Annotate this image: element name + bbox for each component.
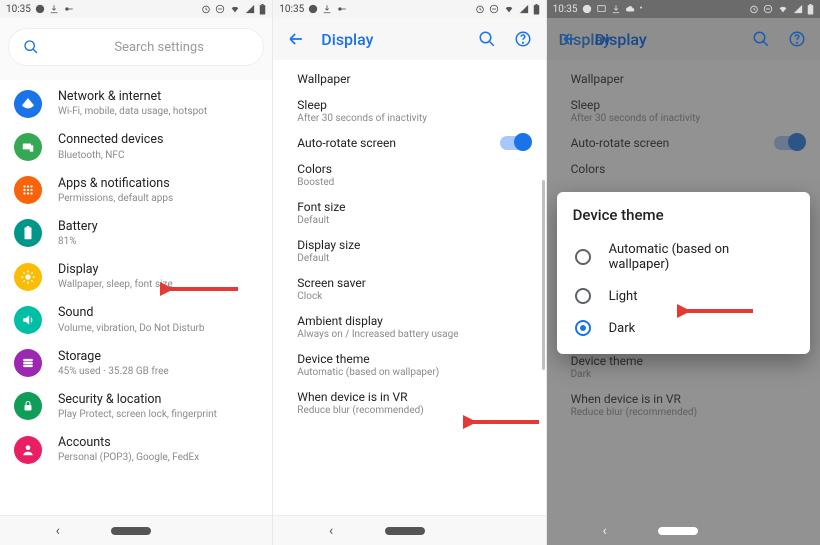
apps-icon	[14, 176, 42, 204]
theme-option-light[interactable]: Light	[573, 280, 794, 312]
status-time: 10:35	[6, 4, 31, 15]
settings-item-apps[interactable]: Apps & notifications Permissions, defaul…	[0, 169, 272, 212]
settings-item-storage[interactable]: Storage 45% used · 35.28 GB free	[0, 342, 272, 385]
search-bar-wrap: Search settings	[0, 18, 272, 80]
wifi-icon	[777, 4, 789, 14]
chat-icon	[35, 4, 45, 14]
signal-icon	[519, 4, 529, 14]
panel-display-settings: 10:35 Display	[273, 0, 546, 545]
panel-theme-dialog: 10:35 Display Wallpaper SleepAfter 30 se…	[547, 0, 820, 545]
download-icon	[611, 4, 621, 14]
settings-item-accounts[interactable]: Accounts Personal (POP3), Google, FedEx	[0, 428, 272, 471]
page-title: Display	[595, 30, 736, 49]
cloud-icon	[625, 4, 636, 14]
display-item-wallpaper[interactable]: Wallpaper	[273, 66, 545, 92]
signal-icon	[245, 4, 255, 14]
display-item-colors[interactable]: ColorsBoosted	[273, 156, 545, 194]
settings-item-connected[interactable]: Connected devices Bluetooth, NFC	[0, 125, 272, 168]
nav-back-icon[interactable]: ‹	[602, 523, 606, 539]
app-bar: Display	[547, 18, 820, 60]
dnd-icon	[763, 4, 773, 14]
theme-option-automatic[interactable]: Automatic (based on wallpaper)	[573, 234, 794, 280]
page-title: Display	[321, 30, 461, 49]
key-icon	[336, 4, 348, 14]
more-notifications-icon: •	[640, 4, 643, 14]
radio-checked-icon	[575, 320, 591, 336]
radio-icon	[575, 249, 591, 265]
chat-icon	[308, 4, 318, 14]
search-button[interactable]	[750, 28, 772, 50]
settings-item-security[interactable]: Security & location Play Protect, screen…	[0, 385, 272, 428]
search-placeholder: Search settings	[69, 40, 249, 55]
display-item-displaysize[interactable]: Display sizeDefault	[273, 232, 545, 270]
radio-icon	[575, 288, 591, 304]
status-time: 10:35	[553, 4, 578, 15]
nav-bar: ‹	[547, 515, 820, 545]
search-icon	[23, 39, 39, 55]
settings-item-display[interactable]: Display Wallpaper, sleep, font size	[0, 255, 272, 298]
dnd-icon	[489, 4, 499, 14]
wifi-icon	[229, 4, 241, 14]
lock-icon	[14, 392, 42, 420]
sound-icon	[14, 306, 42, 334]
accounts-icon	[14, 436, 42, 464]
display-item-screensaver[interactable]: Screen saverClock	[273, 270, 545, 308]
display-item-autorotate[interactable]: Auto-rotate screen	[273, 130, 545, 156]
network-icon	[14, 90, 42, 118]
status-bar: 10:35 •	[547, 0, 820, 18]
dnd-icon	[215, 4, 225, 14]
settings-item-title: Network & internet	[58, 89, 258, 105]
nav-bar: ‹	[273, 515, 545, 545]
panel-settings-root: 10:35 Search settings	[0, 0, 273, 545]
settings-item-battery[interactable]: Battery 81%	[0, 212, 272, 255]
alarm-icon	[201, 4, 211, 14]
nav-back-icon[interactable]: ‹	[56, 523, 60, 539]
nav-home-pill[interactable]	[111, 527, 151, 535]
back-button[interactable]	[559, 28, 581, 50]
battery-icon	[259, 4, 266, 15]
status-time: 10:35	[279, 4, 304, 15]
app-bar: Display	[273, 18, 545, 60]
alarm-icon	[749, 4, 759, 14]
signal-icon	[793, 4, 803, 14]
wifi-icon	[503, 4, 515, 14]
download-icon	[322, 4, 332, 14]
alarm-icon	[475, 4, 485, 14]
storage-icon	[14, 349, 42, 377]
display-item-fontsize[interactable]: Font sizeDefault	[273, 194, 545, 232]
settings-list: Network & internet Wi-Fi, mobile, data u…	[0, 80, 272, 515]
settings-item-network[interactable]: Network & internet Wi-Fi, mobile, data u…	[0, 82, 272, 125]
settings-item-sound[interactable]: Sound Volume, vibration, Do Not Disturb	[0, 298, 272, 341]
battery-icon	[807, 4, 814, 15]
help-button[interactable]	[786, 28, 808, 50]
settings-item-sub: Wi-Fi, mobile, data usage, hotspot	[58, 105, 258, 118]
nav-home-pill[interactable]	[658, 527, 698, 535]
display-item-devicetheme[interactable]: Device themeAutomatic (based on wallpape…	[273, 346, 545, 384]
device-theme-dialog: Device theme Automatic (based on wallpap…	[557, 192, 810, 354]
display-list: Wallpaper SleepAfter 30 seconds of inact…	[273, 60, 545, 515]
nav-home-pill[interactable]	[385, 527, 425, 535]
battery-setting-icon	[14, 219, 42, 247]
display-item-vr[interactable]: When device is in VRReduce blur (recomme…	[273, 384, 545, 422]
battery-icon	[533, 4, 540, 15]
chat-icon	[582, 4, 592, 14]
back-button[interactable]	[285, 28, 307, 50]
nav-bar: ‹	[0, 515, 272, 545]
devices-icon	[14, 133, 42, 161]
search-bar[interactable]: Search settings	[8, 28, 264, 66]
nav-back-icon[interactable]: ‹	[329, 523, 333, 539]
theme-option-dark[interactable]: Dark	[573, 312, 794, 344]
dialog-title: Device theme	[573, 206, 794, 224]
display-item-ambient[interactable]: Ambient displayAlways on / Increased bat…	[273, 308, 545, 346]
cast-icon	[596, 4, 607, 14]
help-button[interactable]	[512, 28, 534, 50]
status-bar: 10:35	[0, 0, 272, 18]
search-button[interactable]	[476, 28, 498, 50]
display-icon	[14, 263, 42, 291]
key-icon	[63, 4, 75, 14]
status-bar: 10:35	[273, 0, 545, 18]
autorotate-toggle[interactable]	[500, 136, 530, 150]
download-icon	[49, 4, 59, 14]
display-item-sleep[interactable]: SleepAfter 30 seconds of inactivity	[273, 92, 545, 130]
